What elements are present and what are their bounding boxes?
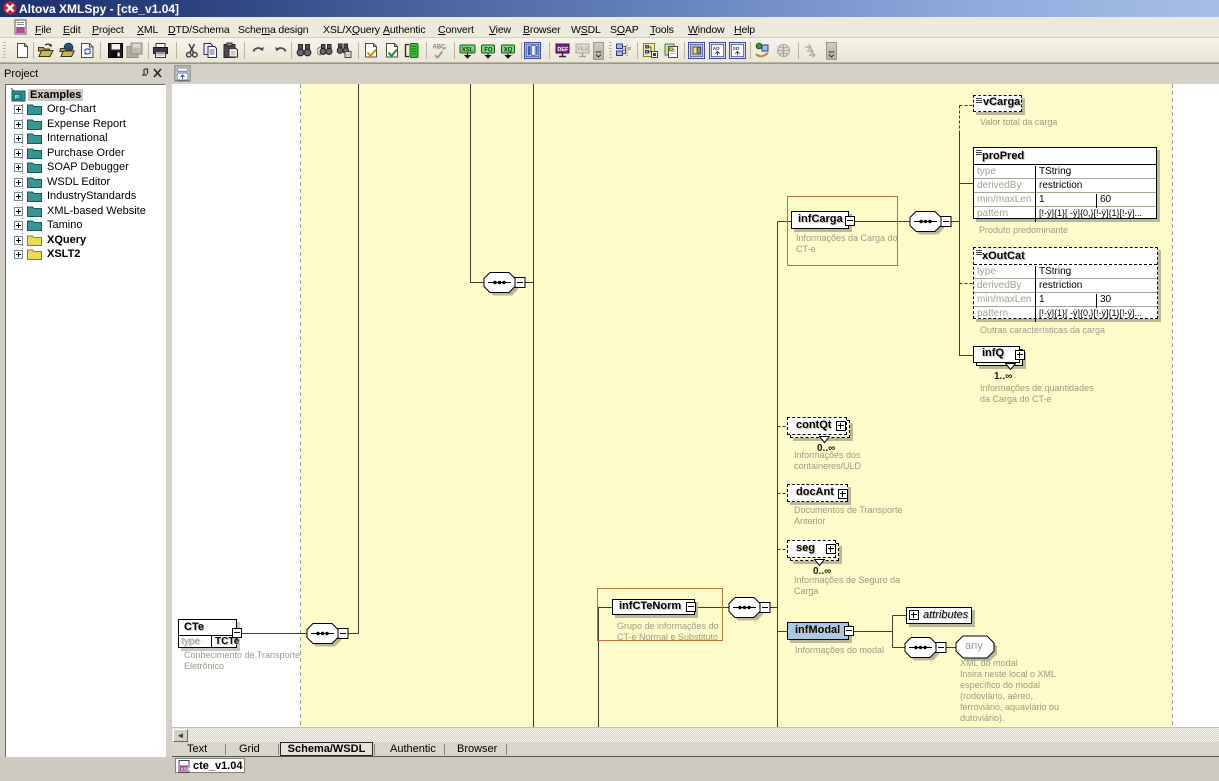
svg-text:SD: SD bbox=[733, 46, 740, 52]
svg-text:AD: AD bbox=[713, 46, 721, 52]
svg-text:any: any bbox=[965, 640, 983, 652]
svg-text:FILE: FILE bbox=[578, 47, 589, 53]
svg-text:XSD: XSD bbox=[181, 767, 191, 772]
svg-text:S: S bbox=[628, 46, 631, 51]
svg-text:FO: FO bbox=[484, 48, 493, 54]
svg-text:XQ: XQ bbox=[504, 48, 513, 54]
svg-text:DEF: DEF bbox=[557, 47, 569, 53]
svg-text:XSL: XSL bbox=[462, 48, 474, 54]
svg-text:ABC: ABC bbox=[433, 45, 447, 51]
